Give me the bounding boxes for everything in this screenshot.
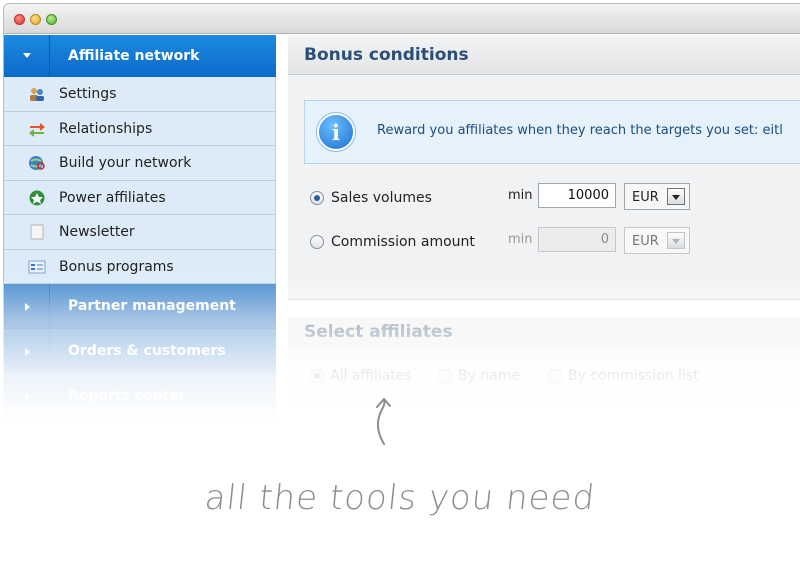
- sidebar-item-label: Settings: [59, 86, 117, 102]
- min-label: min: [508, 188, 533, 203]
- sidebar-section-label: Orders & customers: [68, 343, 226, 359]
- all-affiliates-radio[interactable]: [310, 369, 324, 383]
- close-window-button[interactable]: [14, 14, 25, 25]
- sidebar-item-label: Power affiliates: [59, 189, 166, 206]
- expand-arrow-cell[interactable]: [4, 329, 50, 374]
- sidebar-item-bonus-programs[interactable]: Bonus programs: [4, 249, 276, 284]
- sidebar-item-settings[interactable]: Settings: [4, 77, 276, 112]
- sidebar-section-partner-management[interactable]: Partner management: [4, 284, 276, 329]
- settings-people-icon: [30, 88, 44, 101]
- triangle-down-icon: [23, 53, 31, 58]
- sidebar-item-label: Build your network: [59, 155, 192, 171]
- option-label: By name: [458, 368, 521, 384]
- commission-amount-radio[interactable]: [310, 235, 324, 249]
- by-commission-list-radio[interactable]: [548, 369, 562, 383]
- relationships-arrows-icon: [29, 122, 45, 137]
- sidebar-section-label: Affiliate network: [68, 48, 200, 64]
- currency-value: EUR: [632, 190, 659, 205]
- condition-row-commission-amount: Commission amount min 0 EUR: [308, 227, 800, 257]
- collapse-arrow-cell[interactable]: [4, 35, 50, 77]
- sidebar-item-label: Newsletter: [59, 224, 135, 240]
- sidebar-section-reports-center[interactable]: Reports center: [4, 374, 276, 419]
- sidebar-item-label: Bonus programs: [59, 258, 174, 275]
- zoom-window-button[interactable]: [46, 14, 57, 25]
- window-titlebar: [4, 4, 800, 34]
- sidebar-item-newsletter[interactable]: Newsletter: [4, 215, 276, 250]
- info-icon: i: [317, 113, 355, 151]
- sales-volumes-min-input[interactable]: 10000: [538, 183, 616, 208]
- sidebar-item-label: Relationships: [59, 120, 153, 137]
- newsletter-icon: [30, 224, 44, 240]
- sidebar-section-orders-customers[interactable]: Orders & customers: [4, 329, 276, 374]
- by-name-radio[interactable]: [438, 369, 452, 383]
- sidebar-section-affiliate-network[interactable]: Affiliate network: [4, 35, 276, 77]
- select-affiliates-header: Select affiliates: [288, 317, 800, 349]
- bonus-conditions-body: i Reward you affiliates when they reach …: [288, 75, 800, 300]
- sidebar-item-power-affiliates[interactable]: Power affiliates: [4, 180, 276, 215]
- globe-search-icon: [29, 156, 45, 170]
- info-message-text: Reward you affiliates when they reach th…: [377, 123, 783, 138]
- sidebar-items: Settings Relationships Build your networ…: [4, 77, 276, 419]
- sidebar-item-build-network[interactable]: Build your network: [4, 146, 276, 181]
- expand-arrow-cell[interactable]: [4, 284, 50, 329]
- commission-amount-currency-select[interactable]: EUR: [624, 227, 690, 254]
- sidebar: Affiliate network Settings Relationships: [4, 35, 276, 435]
- main-panel: Bonus conditions i Reward you affiliates…: [288, 35, 800, 454]
- condition-label: Sales volumes: [331, 190, 432, 206]
- min-label: min: [508, 232, 533, 247]
- select-affiliates-body: All affiliates By name By commission lis…: [288, 349, 800, 409]
- app-window: Affiliate network Settings Relationships: [3, 3, 800, 455]
- set-bonus-header: Set bonus: [288, 415, 800, 454]
- condition-row-sales-volumes: Sales volumes min 10000 EUR: [308, 183, 800, 213]
- page-title: Bonus conditions: [304, 45, 469, 65]
- minimize-window-button[interactable]: [30, 14, 41, 25]
- curly-arrow-icon: [376, 398, 391, 445]
- option-label: All affiliates: [330, 368, 412, 384]
- commission-amount-min-input[interactable]: 0: [538, 227, 616, 252]
- triangle-right-icon: [25, 393, 30, 401]
- section-title: Select affiliates: [304, 322, 453, 342]
- bonus-programs-icon: [28, 260, 46, 273]
- sidebar-section-label: Partner management: [68, 298, 236, 314]
- triangle-right-icon: [25, 348, 30, 356]
- panel-header: Bonus conditions: [288, 35, 800, 75]
- option-label: By commission list: [568, 368, 699, 384]
- chevron-down-icon[interactable]: [667, 188, 685, 205]
- currency-value: EUR: [632, 234, 659, 249]
- condition-label: Commission amount: [331, 234, 475, 250]
- tagline: all the tools you need: [202, 478, 598, 518]
- triangle-right-icon: [25, 303, 30, 311]
- sidebar-section-label: Reports center: [68, 388, 186, 404]
- sidebar-item-relationships[interactable]: Relationships: [4, 111, 276, 146]
- power-affiliates-icon: [29, 190, 45, 205]
- sales-volumes-radio[interactable]: [310, 191, 324, 205]
- chevron-down-icon[interactable]: [667, 232, 685, 249]
- sales-volumes-currency-select[interactable]: EUR: [624, 183, 690, 210]
- info-message: i Reward you affiliates when they reach …: [304, 100, 800, 164]
- expand-arrow-cell[interactable]: [4, 374, 50, 419]
